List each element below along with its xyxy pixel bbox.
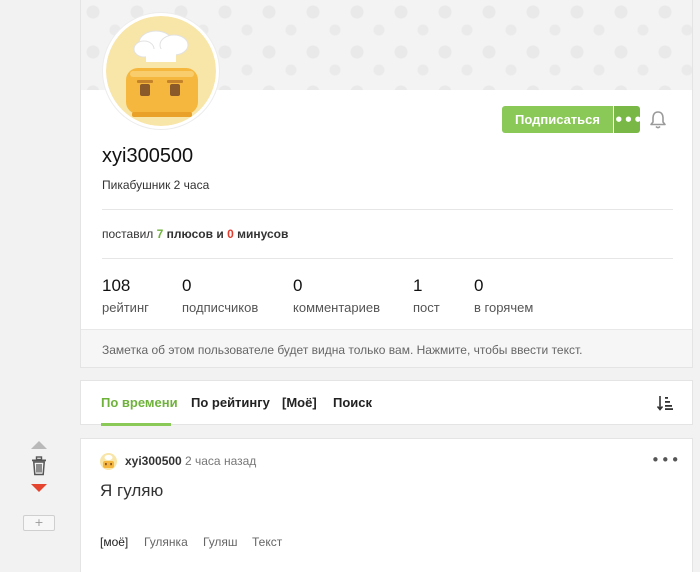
post-more-button[interactable]: ••• [651, 451, 681, 469]
bell-icon[interactable] [649, 110, 667, 130]
stat-subscribers[interactable]: 0 подписчиков [182, 276, 258, 315]
stat-value: 108 [102, 276, 131, 295]
posts-tabs: По времени По рейтингу [Моё] Поиск [80, 380, 693, 426]
vote-up-arrow-icon[interactable] [31, 441, 47, 449]
post-tag[interactable]: Текст [252, 535, 282, 549]
trash-icon[interactable] [30, 456, 48, 476]
divider [102, 258, 673, 259]
stat-comments[interactable]: 0 комментариев [293, 276, 380, 315]
divider [102, 209, 673, 210]
stat-hot[interactable]: 0 в горячем [474, 276, 533, 315]
stat-label: в горячем [474, 300, 534, 315]
stat-label: пост [413, 300, 440, 315]
post-title[interactable]: Я гуляю [100, 481, 163, 501]
profile-meta: Пикабушник 2 часа [102, 178, 210, 192]
profile-username: xyi300500 [102, 145, 194, 167]
plus-word: плюсов [166, 227, 214, 241]
stat-value: 1 [413, 276, 423, 295]
post-tag[interactable]: Гулянка [144, 535, 188, 549]
tab-by-rating[interactable]: По рейтингу [191, 395, 270, 410]
sort-icon[interactable] [656, 394, 674, 412]
stat-posts[interactable]: 1 пост [413, 276, 440, 315]
stat-label: подписчиков [182, 300, 259, 315]
post-tag[interactable]: [моё] [100, 535, 128, 549]
toaster-avatar-icon [100, 453, 117, 470]
stat-value: 0 [474, 276, 484, 295]
expand-post-button[interactable]: + [23, 515, 55, 531]
votes-summary: поставил 7 плюсов и 0 минусов [102, 227, 288, 241]
tab-by-time[interactable]: По времени [101, 395, 178, 410]
post-time: 2 часа назад [185, 454, 257, 468]
tab-mine[interactable]: [Моё] [282, 395, 317, 410]
tab-search[interactable]: Поиск [333, 395, 372, 410]
toaster-avatar-image [106, 16, 216, 126]
profile-card: Подписаться ••• xyi300500 Пикабушник 2 ч… [80, 0, 693, 368]
stat-value: 0 [293, 276, 303, 295]
plus-count: 7 [156, 227, 164, 241]
post-author[interactable]: xyi300500 [125, 454, 182, 468]
minus-word: минусов [237, 227, 289, 241]
subscribe-button[interactable]: Подписаться [502, 106, 613, 133]
stat-value: 0 [182, 276, 192, 295]
minus-count: 0 [227, 227, 234, 241]
post-tag[interactable]: Гуляш [203, 535, 238, 549]
active-tab-indicator [101, 423, 171, 426]
stat-rating: 108 рейтинг [102, 276, 149, 315]
vote-down-arrow-icon[interactable] [31, 484, 47, 492]
votes-prefix: поставил [102, 227, 154, 241]
post-author-avatar[interactable] [100, 453, 117, 470]
post-card: xyi300500 2 часа назад ••• Я гуляю [моё]… [80, 438, 693, 572]
stat-label: рейтинг [102, 300, 149, 315]
avatar[interactable] [103, 13, 219, 129]
profile-more-button[interactable]: ••• [614, 106, 643, 133]
user-note-field[interactable]: Заметка об этом пользователе будет видна… [81, 329, 692, 367]
votes-conj: и [216, 227, 224, 241]
stat-label: комментариев [293, 300, 381, 315]
